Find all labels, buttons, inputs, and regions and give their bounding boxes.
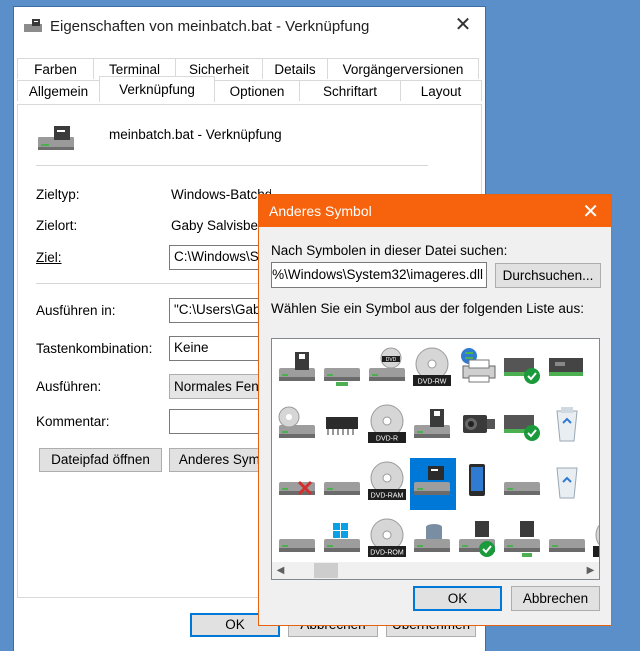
drive-icon[interactable] (500, 458, 546, 510)
scroll-thumb[interactable] (314, 563, 338, 578)
dvd-rom-disc-icon[interactable]: DVD-ROM (365, 515, 411, 567)
svg-text:DVD: DVD (386, 357, 397, 363)
floppy-network-icon[interactable] (500, 515, 546, 567)
window-title: Eigenschaften von meinbatch.bat - Verknü… (50, 17, 370, 35)
icon-file-path-text: %SystemRoot%\Windows\System32\imageres.d… (271, 267, 483, 282)
tab-row-2: Allgemein Verknüpfung Optionen Schriftar… (17, 76, 482, 102)
cd-drive-icon[interactable] (275, 401, 321, 453)
drive-icon[interactable] (545, 515, 591, 567)
drive-icon[interactable] (275, 515, 321, 567)
memory-chip-icon[interactable] (320, 401, 366, 453)
tab-details[interactable]: Details (262, 58, 328, 79)
drive-error-icon[interactable] (275, 458, 321, 510)
icon-file-path-input[interactable]: %SystemRoot%\Windows\System32\imageres.d… (271, 262, 487, 288)
svg-text:DVD-RW: DVD-RW (418, 379, 447, 386)
dvd-ram-disc-icon[interactable]: DVD-RAM (365, 458, 411, 510)
camcorder-icon[interactable] (455, 401, 501, 453)
hotkey-label: Tastenkombination: (36, 341, 153, 356)
dialog-title-bar: Anderes Symbol ✕ (259, 195, 611, 227)
dvd-drive-icon[interactable]: DVD (365, 344, 411, 396)
dvd-rw-disc-icon[interactable]: DVD-RW (410, 344, 456, 396)
start-in-label: Ausführen in: (36, 303, 116, 318)
drive-green-icon[interactable] (545, 344, 591, 396)
windows-drive-icon[interactable] (320, 515, 366, 567)
tab-allgemein[interactable]: Allgemein (17, 80, 100, 101)
target-location-label: Zielort: (36, 218, 78, 233)
tab-row-1: Farben Terminal Sicherheit Details Vorgä… (17, 58, 479, 79)
folder-edge-icon[interactable] (590, 458, 599, 510)
tab-verknuepfung[interactable]: Verknüpfung (99, 76, 215, 102)
close-button[interactable]: ✕ (453, 15, 473, 35)
network-drive-icon[interactable] (320, 344, 366, 396)
console-drive-icon[interactable] (410, 458, 456, 510)
file-name: meinbatch.bat - Verknüpfung (109, 127, 282, 142)
phone-icon[interactable] (455, 458, 501, 510)
target-location-value: Gaby Salvisberg (171, 218, 271, 233)
scroll-left-icon[interactable]: ◀ (272, 562, 289, 579)
dvd-icon[interactable]: DVD (590, 515, 599, 567)
drive-icon[interactable] (320, 458, 366, 510)
target-type-label: Zieltyp: (36, 187, 80, 202)
floppy-check-icon[interactable] (455, 515, 501, 567)
tab-optionen[interactable]: Optionen (214, 80, 300, 101)
horizontal-scrollbar[interactable]: ◀ ▶ (272, 562, 599, 579)
dialog-close-button[interactable]: ✕ (582, 199, 599, 224)
svg-text:DVD-ROM: DVD-ROM (370, 550, 404, 557)
svg-text:DVD-RAM: DVD-RAM (371, 493, 404, 500)
open-file-location-button[interactable]: Dateipfad öffnen (39, 448, 162, 472)
drive-check-icon[interactable] (500, 401, 546, 453)
dialog-ok-button[interactable]: OK (413, 586, 502, 611)
browse-button[interactable]: Durchsuchen... (495, 263, 601, 288)
tab-schriftart[interactable]: Schriftart (299, 80, 401, 101)
search-label: Nach Symbolen in dieser Datei suchen: (271, 243, 508, 258)
recycle-bin-empty-icon[interactable] (545, 458, 591, 510)
drive-edge-icon[interactable] (590, 344, 599, 396)
target-type-value: Windows-Batchdatei (171, 187, 271, 202)
comment-label: Kommentar: (36, 414, 110, 429)
shortcut-file-icon (38, 123, 74, 156)
tab-vorgaengerversionen[interactable]: Vorgängerversionen (327, 58, 479, 79)
network-printer-icon[interactable] (455, 344, 501, 396)
recycle-bin-full-icon[interactable] (545, 401, 591, 453)
dialog-cancel-button[interactable]: Abbrechen (511, 586, 600, 611)
drive-edge-icon[interactable] (590, 401, 599, 453)
floppy-drive-icon[interactable] (275, 344, 321, 396)
drive-check-icon[interactable] (500, 344, 546, 396)
tab-layout[interactable]: Layout (400, 80, 482, 101)
batch-file-icon (24, 19, 42, 33)
database-drive-icon[interactable] (410, 515, 456, 567)
scroll-right-icon[interactable]: ▶ (582, 562, 599, 579)
run-label: Ausführen: (36, 379, 102, 394)
dvd-r-disc-icon[interactable]: DVD-R (365, 401, 411, 453)
floppy-drive-icon[interactable] (410, 401, 456, 453)
divider (36, 165, 428, 166)
svg-text:DVD-R: DVD-R (376, 436, 398, 443)
icon-list-label: Wählen Sie ein Symbol aus der folgenden … (271, 301, 584, 316)
change-icon-dialog: Anderes Symbol ✕ Nach Symbolen in dieser… (258, 194, 612, 626)
icon-list[interactable]: DVD DVD-RW DVD-R DVD-RAM DVD-ROM DVD ◀ ▶ (271, 338, 600, 580)
title-bar: Eigenschaften von meinbatch.bat - Verknü… (14, 7, 485, 45)
dialog-title: Anderes Symbol (269, 203, 372, 219)
tab-farben[interactable]: Farben (17, 58, 94, 79)
target-label: Ziel: (36, 250, 62, 265)
